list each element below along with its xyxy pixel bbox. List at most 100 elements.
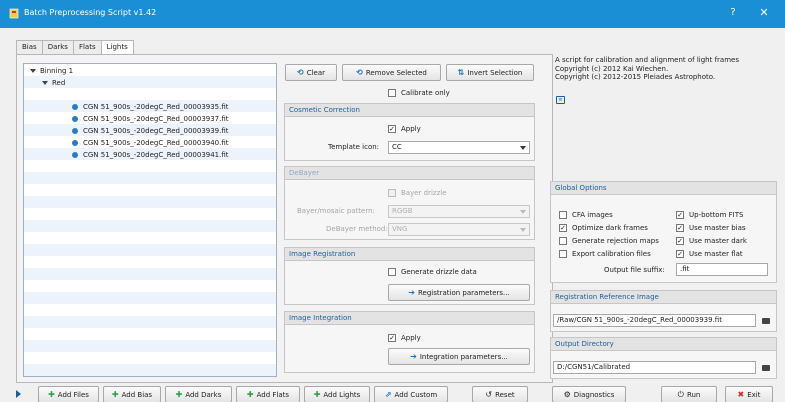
drizzle-data-label: Generate drizzle data [401,268,477,276]
master-bias-checkbox[interactable]: ✓ [676,224,684,232]
bayer-drizzle-checkbox[interactable] [388,189,396,197]
output-directory-input[interactable]: D:/CGN51/Calibrated [553,361,756,374]
tree-file-item[interactable]: CGN 51_900s_-20degC_Red_00003939.fit [72,127,229,135]
clear-button[interactable]: ⟲ Clear [285,64,337,81]
plus-icon: ✚ [246,390,254,399]
add-lights-button[interactable]: ✚ Add Lights [304,386,370,402]
integration-parameters-button[interactable]: ➔ Integration parameters... [388,348,530,365]
drizzle-data-checkbox[interactable] [388,268,396,276]
close-button[interactable]: ✕ [757,6,771,20]
tab-flats[interactable]: Flats [72,40,102,54]
invert-selection-button[interactable]: ⇅ Invert Selection [446,64,534,81]
info-line: Copyright (c) 2012 Kai Wiechen. [555,64,669,73]
calibrate-only-label: Calibrate only [401,89,450,97]
tab-darks[interactable]: Darks [41,40,74,54]
reference-image-input[interactable]: /Raw/CGN 51_900s_-20degC_Red_00003939.fi… [553,314,756,327]
tree-file-item[interactable]: CGN 51_900s_-20degC_Red_00003937.fit [72,115,229,123]
exit-button[interactable]: ✖ Exit [725,386,773,402]
folder-icon[interactable] [762,318,770,324]
file-status-icon [72,140,78,146]
tab-lights[interactable]: Lights [100,40,134,55]
master-flat-checkbox[interactable]: ✓ [676,250,684,258]
remove-icon: ⟲ [356,68,363,77]
tree-node-red[interactable]: Red [42,79,65,87]
document-icon[interactable]: ≡ [556,96,565,104]
group-title: DeBayer [285,167,534,180]
tab-bias[interactable]: Bias [16,40,43,54]
power-icon: ⏻ [677,390,684,399]
bayer-pattern-label: Bayer/mosaic pattern: [297,207,375,215]
template-icon-combo[interactable]: CC [388,141,530,154]
export-calibration-checkbox[interactable] [559,250,567,258]
registration-parameters-button[interactable]: ➔ Registration parameters... [388,284,530,301]
file-tree[interactable]: Binning 1 Red CGN 51_900s_-20degC_Red_00… [23,63,277,377]
file-status-icon [72,152,78,158]
group-title: Image Integration [285,312,534,325]
add-custom-button[interactable]: ⇗ Add Custom [374,386,448,402]
master-flat-label: Use master flat [689,250,743,258]
up-bottom-fits-label: Up-bottom FITS [689,211,744,219]
export-calibration-label: Export calibration files [572,250,651,258]
optimize-dark-checkbox[interactable]: ✓ [559,224,567,232]
master-bias-label: Use master bias [689,224,746,232]
reset-button[interactable]: ↺ Reset [472,386,528,402]
group-title: Global Options [551,182,776,195]
add-darks-button[interactable]: ✚ Add Darks [165,386,232,402]
master-dark-label: Use master dark [689,237,747,245]
custom-icon: ⇗ [384,390,392,399]
expand-icon[interactable] [30,69,36,73]
integration-apply-label: Apply [401,334,421,342]
rejection-maps-checkbox[interactable] [559,237,567,245]
chevron-down-icon [520,210,526,214]
master-dark-checkbox[interactable]: ✓ [676,237,684,245]
diagnostics-button[interactable]: ⚙ Diagnostics [552,386,626,402]
add-files-button[interactable]: ✚ Add Files [38,386,99,402]
integration-apply-checkbox[interactable]: ✓ [388,334,396,342]
group-title: Output Directory [551,338,776,351]
info-line: A script for calibration and alignment o… [555,56,739,64]
debayer-method-combo[interactable]: VNG [388,223,530,236]
script-info: A script for calibration and alignment o… [555,56,777,82]
tree-file-item[interactable]: CGN 51_900s_-20degC_Red_00003935.fit [72,103,229,111]
clear-icon: ⟲ [296,68,304,77]
debayer-method-label: DeBayer method: [326,225,388,233]
plus-icon: ✚ [175,390,183,399]
cc-apply-checkbox[interactable]: ✓ [388,125,396,133]
optimize-dark-label: Optimize dark frames [572,224,648,232]
invert-icon: ⇅ [457,68,465,77]
arrow-right-icon: ➔ [410,352,417,361]
file-status-icon [72,128,78,134]
plus-icon: ✚ [48,390,55,399]
remove-selected-button[interactable]: ⟲ Remove Selected [342,64,441,81]
tab-bar: Bias Darks Flats Lights [16,40,134,55]
group-title: Registration Reference Image [551,291,776,304]
output-suffix-input[interactable]: .fit [676,263,768,276]
tree-file-item[interactable]: CGN 51_900s_-20degC_Red_00003941.fit [72,151,229,159]
tree-node-binning[interactable]: Binning 1 [30,67,73,75]
file-status-icon [72,104,78,110]
window-title: Batch Preprocessing Script v1.42 [24,8,157,17]
cc-apply-label: Apply [401,125,421,133]
info-line: Copyright (c) 2012-2015 Pleiades Astroph… [555,73,716,81]
bayer-pattern-combo[interactable]: RGGB [388,205,530,218]
exit-icon: ✖ [737,390,745,399]
tree-file-item[interactable]: CGN 51_900s_-20degC_Red_00003940.fit [72,139,229,147]
help-button[interactable]: ? [726,6,740,20]
cfa-images-label: CFA images [572,211,613,219]
group-title: Cosmetic Correction [285,104,534,117]
calibrate-only-checkbox[interactable] [388,89,396,97]
rejection-maps-label: Generate rejection maps [572,237,659,245]
add-flats-button[interactable]: ✚ Add Flats [236,386,300,402]
expand-toggle-icon[interactable] [16,390,21,398]
add-bias-button[interactable]: ✚ Add Bias [103,386,161,402]
folder-icon[interactable] [762,365,770,371]
plus-icon: ✚ [313,390,321,399]
up-bottom-fits-checkbox[interactable]: ✓ [676,211,684,219]
file-status-icon [72,116,78,122]
title-bar: Batch Preprocessing Script v1.42 ? ✕ [0,0,785,28]
arrow-right-icon: ➔ [408,288,415,297]
run-button[interactable]: ⏻ Run [661,386,717,402]
group-title: Image Registration [285,248,534,261]
expand-icon[interactable] [42,81,48,85]
cfa-images-checkbox[interactable] [559,211,567,219]
